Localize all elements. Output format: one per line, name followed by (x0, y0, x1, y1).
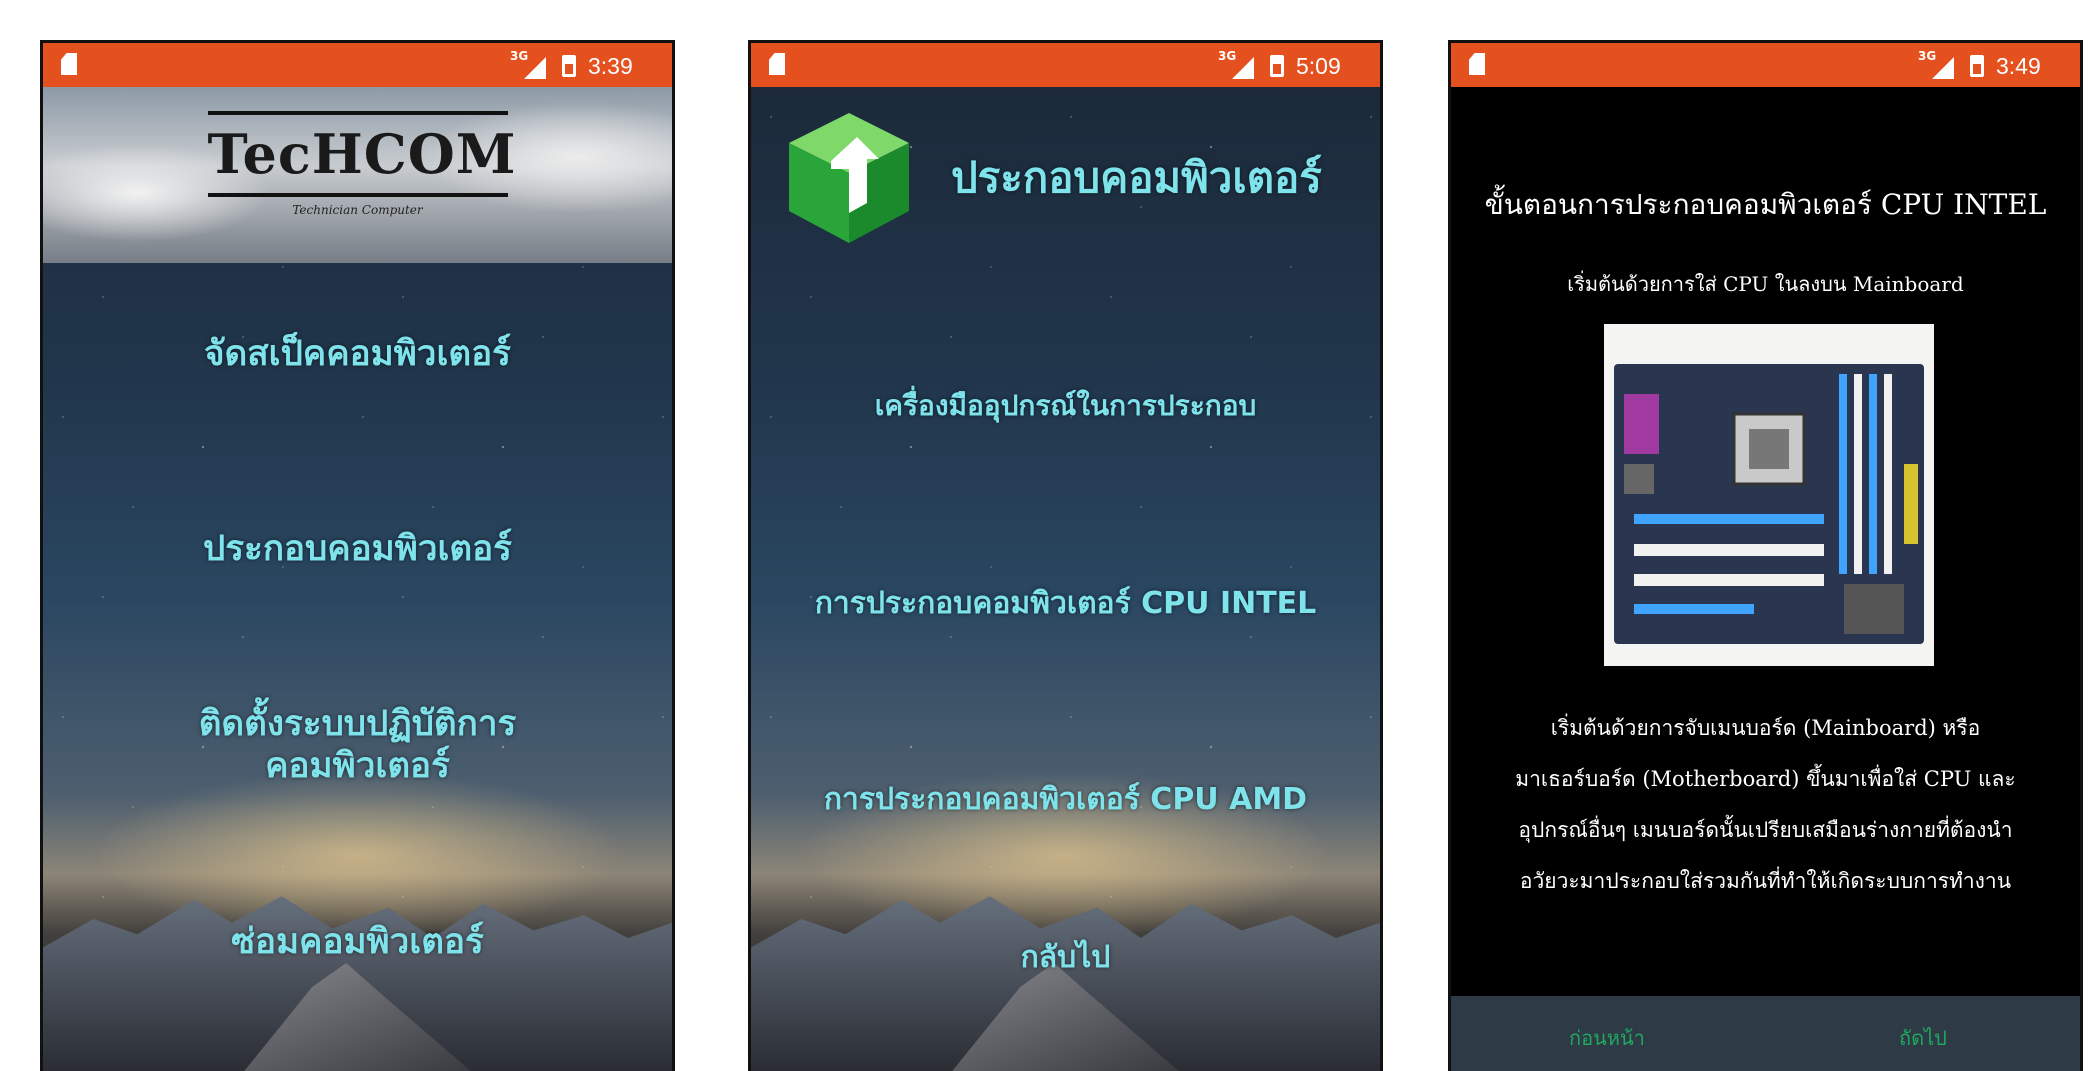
logo-title: TecHCOM (207, 122, 517, 186)
step-description-line-4: อวัยวะมาประกอบใส่รวมกันที่ทำให้เกิดระบบก… (1519, 869, 2012, 893)
motherboard-pcb (1614, 364, 1924, 644)
phone-screen-main-menu: 3G 3:39 TecHCOM Technician Computer จัดส… (40, 40, 675, 1071)
phone-screen-assemble-menu: 3G 5:09 ประกอบคอมพิวเตอร์ เครื่องมืออุปก… (748, 40, 1383, 1071)
menu-item-amd[interactable]: การประกอบคอมพิวเตอร์ CPU AMD (751, 779, 1380, 821)
menu-item-install-os[interactable]: ติดตั้งระบบปฏิบัติการ คอมพิวเตอร์ (43, 703, 672, 787)
phone-screen-intel-steps: 3G 3:49 ขั้นตอนการประกอบคอมพิวเตอร์ CPU … (1448, 40, 2083, 1071)
menu-item-tools[interactable]: เครื่องมืออุปกรณ์ในการประกอบ (751, 385, 1380, 427)
logo-rule-bottom (207, 193, 508, 197)
battery-icon (1270, 55, 1284, 77)
clock: 5:09 (1296, 53, 1341, 79)
logo-subtitle: Technician Computer (292, 203, 423, 217)
step-description: เริ่มต้นด้วยการจับเมนบอร์ด (Mainboard) ห… (1471, 703, 2060, 907)
next-button[interactable]: ถัดไป (1899, 1022, 1947, 1054)
menu-item-spec[interactable]: จัดสเป็คคอมพิวเตอร์ (43, 333, 672, 375)
step-description-line-2: มาเธอร์บอร์ด (Motherboard) ขึ้นมาเพื่อใส… (1515, 767, 2016, 791)
sd-card-icon (61, 53, 77, 75)
menu-item-install-os-line2: คอมพิวเตอร์ (265, 746, 450, 786)
app-logo: TecHCOM Technician Computer (207, 111, 517, 217)
status-bar: 3G 3:39 (43, 43, 672, 87)
header-banner: TecHCOM Technician Computer (43, 87, 672, 263)
clock: 3:39 (588, 53, 633, 79)
status-bar: 3G 3:49 (1451, 43, 2080, 87)
step-description-line-3: อุปกรณ์อื่นๆ เมนบอร์ดนั้นเปรียบเสมือนร่า… (1518, 818, 2013, 842)
green-cube-arrow-icon (789, 113, 909, 243)
status-icons: 3G 5:09 (1218, 49, 1368, 81)
step-subheading: เริ่มต้นด้วยการใส่ CPU ในลงบน Mainboard (1567, 272, 1964, 296)
battery-icon (562, 55, 576, 77)
status-icons: 3G 3:49 (1918, 49, 2068, 81)
clock: 3:49 (1996, 53, 2041, 79)
step-description-line-1: เริ่มต้นด้วยการจับเมนบอร์ด (Mainboard) ห… (1550, 716, 1981, 740)
previous-button[interactable]: ก่อนหน้า (1569, 1022, 1645, 1054)
battery-icon (1970, 55, 1984, 77)
status-icons: 3G 3:39 (510, 49, 660, 81)
bottom-nav-bar: ก่อนหน้า ถัดไป (1451, 996, 2080, 1071)
sd-card-icon (1469, 53, 1485, 75)
back-button[interactable]: กลับไป (751, 937, 1380, 979)
status-bar: 3G 5:09 (751, 43, 1380, 87)
menu-item-intel[interactable]: การประกอบคอมพิวเตอร์ CPU INTEL (751, 583, 1380, 625)
signal-icon (1932, 57, 1954, 79)
signal-icon (1232, 57, 1254, 79)
menu-item-assemble[interactable]: ประกอบคอมพิวเตอร์ (43, 528, 672, 570)
menu-item-install-os-line1: ติดตั้งระบบปฏิบัติการ (198, 704, 517, 744)
menu-item-repair[interactable]: ซ่อมคอมพิวเตอร์ (43, 921, 672, 963)
step-heading: ขั้นตอนการประกอบคอมพิวเตอร์ CPU INTEL (1484, 188, 2047, 221)
sd-card-icon (769, 53, 785, 75)
mainboard-photo (1604, 324, 1934, 666)
page-title: ประกอบคอมพิวเตอร์ (951, 153, 1322, 202)
signal-icon (524, 57, 546, 79)
motherboard-illustration (1624, 374, 1918, 634)
